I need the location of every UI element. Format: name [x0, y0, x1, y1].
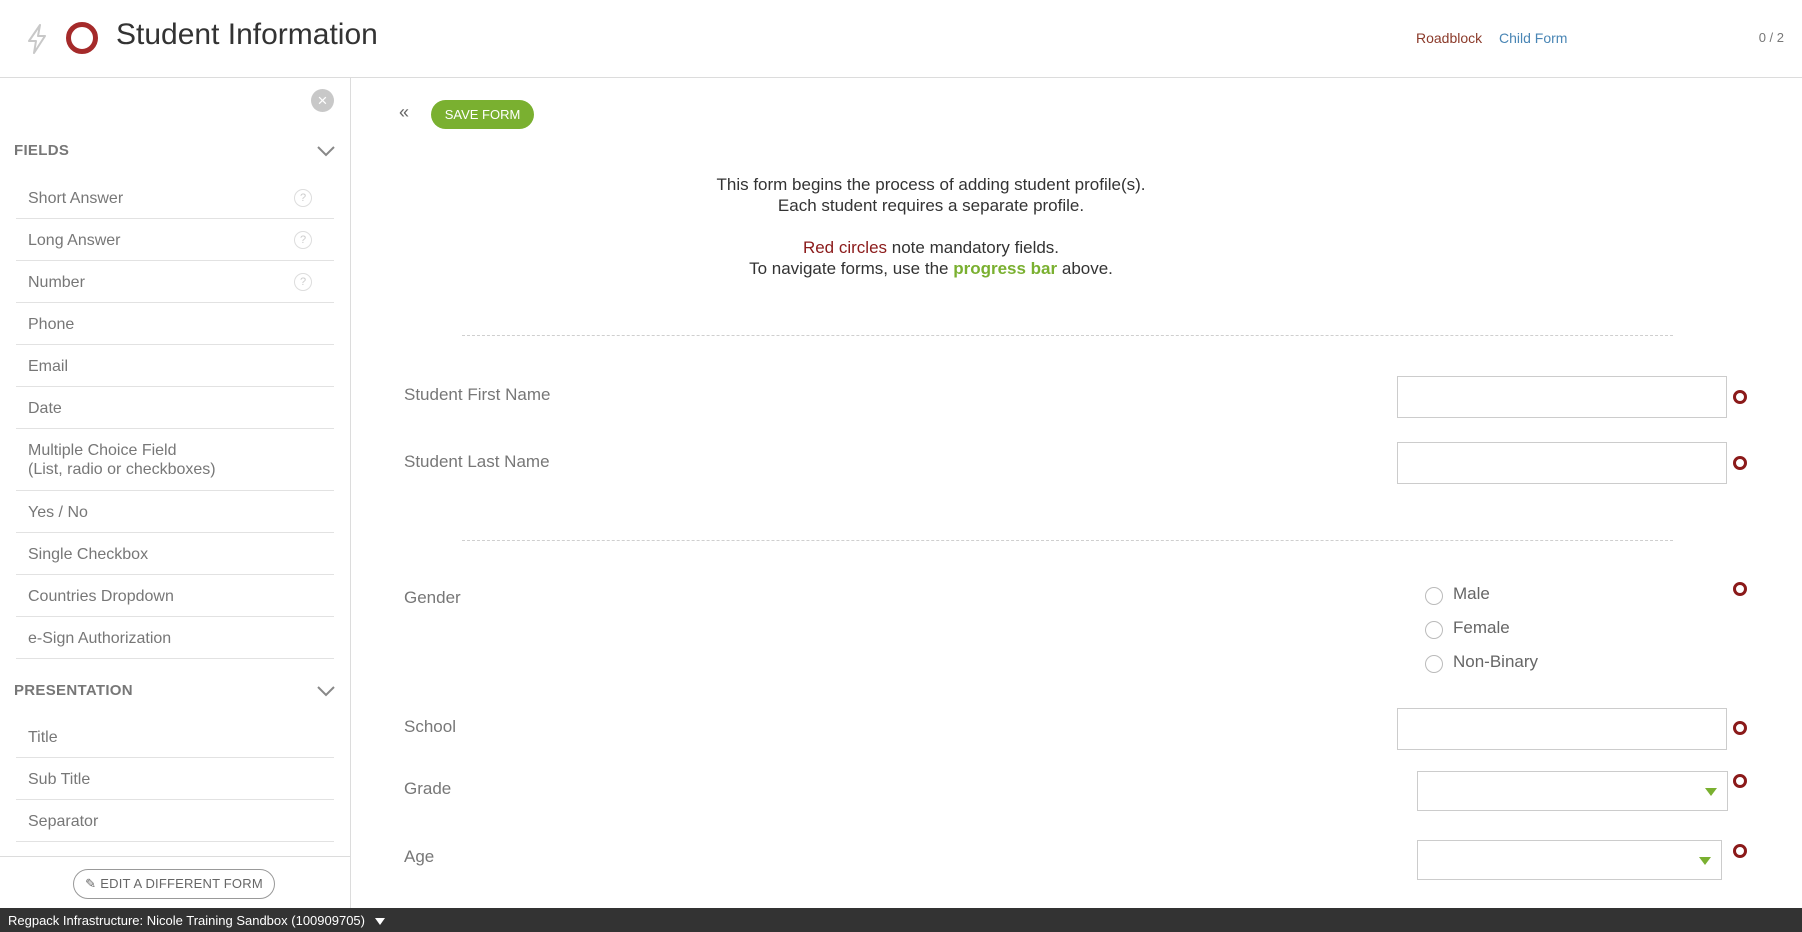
intro-line: To navigate forms, use the progress bar … [401, 258, 1461, 279]
field-label: Single Checkbox [28, 546, 149, 563]
radio-label: Female [1453, 618, 1510, 637]
chevron-down-icon[interactable] [316, 144, 336, 158]
first-name-input[interactable] [1397, 376, 1727, 418]
presentation-heading: PRESENTATION [14, 682, 133, 699]
field-countries-dropdown[interactable]: Countries Dropdown [16, 575, 334, 617]
caret-down-icon[interactable] [375, 918, 385, 926]
intro-line: Each student requires a separate profile… [777, 196, 1085, 215]
sidebar-footer: ✎ EDIT A DIFFERENT FORM [0, 856, 350, 908]
progress-bar-text: progress bar [953, 259, 1058, 278]
child-form-link[interactable]: Child Form [1499, 30, 1567, 46]
intro-text: This form begins the process of adding s… [401, 174, 1461, 279]
separator [462, 540, 1673, 541]
dropdown-caret-icon [1699, 857, 1711, 865]
intro-line: This form begins the process of adding s… [716, 175, 1146, 194]
separator [462, 335, 1673, 336]
required-indicator-icon [1733, 456, 1747, 470]
red-circles-text: Red circles [802, 238, 888, 257]
field-label: Date [28, 400, 62, 417]
presentation-section-header[interactable]: PRESENTATION [14, 682, 336, 712]
fields-section-header[interactable]: FIELDS [14, 142, 336, 172]
presentation-title[interactable]: Title [16, 716, 334, 758]
field-yes-no[interactable]: Yes / No [16, 491, 334, 533]
radio-label: Non-Binary [1453, 652, 1539, 671]
edit-different-form-button[interactable]: ✎ EDIT A DIFFERENT FORM [73, 869, 275, 899]
form-status-ring-icon [66, 22, 98, 54]
chevron-down-icon[interactable] [316, 684, 336, 698]
gender-label: Gender [404, 588, 461, 607]
age-label: Age [404, 847, 435, 866]
field-label: Sub Title [28, 771, 91, 788]
dropdown-caret-icon [1705, 788, 1717, 796]
school-label: School [404, 717, 456, 736]
grade-select[interactable] [1417, 771, 1728, 811]
field-palette-sidebar: × FIELDS Short Answer ? Long Answer ? Nu… [0, 78, 351, 908]
field-label: Title [28, 729, 58, 746]
field-long-answer[interactable]: Long Answer ? [16, 219, 334, 261]
radio-button[interactable] [1425, 587, 1443, 605]
pencil-icon: ✎ [85, 876, 97, 891]
save-form-button[interactable]: SAVE FORM [431, 100, 534, 129]
intro-text-segment: note mandatory fields. [887, 238, 1060, 257]
intro-text-segment: above. [1057, 259, 1113, 278]
radio-label: Male [1453, 584, 1490, 603]
field-label: Multiple Choice Field [28, 442, 177, 459]
edit-form-label: EDIT A DIFFERENT FORM [100, 876, 263, 891]
help-icon[interactable]: ? [294, 273, 312, 291]
field-label: Yes / No [28, 504, 88, 521]
presentation-sub-title[interactable]: Sub Title [16, 758, 334, 800]
help-icon[interactable]: ? [294, 231, 312, 249]
environment-label: Regpack Infrastructure: Nicole Training … [8, 913, 365, 928]
intro-text-segment: To navigate forms, use the [749, 259, 954, 278]
help-icon[interactable]: ? [294, 189, 312, 207]
required-indicator-icon [1733, 774, 1747, 788]
field-number[interactable]: Number ? [16, 261, 334, 303]
roadblock-link[interactable]: Roadblock [1416, 30, 1482, 46]
radio-button[interactable] [1425, 655, 1443, 673]
field-label: Countries Dropdown [28, 588, 174, 605]
field-date[interactable]: Date [16, 387, 334, 429]
field-sublabel: (List, radio or checkboxes) [28, 461, 216, 478]
field-short-answer[interactable]: Short Answer ? [16, 177, 334, 219]
fields-list: Short Answer ? Long Answer ? Number ? Ph… [16, 177, 334, 659]
grade-label: Grade [404, 779, 452, 798]
field-label: Phone [28, 316, 75, 333]
field-email[interactable]: Email [16, 345, 334, 387]
form-editor: « SAVE FORM This form begins the process… [351, 78, 1802, 908]
required-indicator-icon [1733, 721, 1747, 735]
required-indicator-icon [1733, 844, 1747, 858]
lightning-bolt-icon[interactable] [26, 24, 48, 54]
environment-bar: Regpack Infrastructure: Nicole Training … [0, 908, 1802, 932]
field-label: Separator [28, 813, 99, 830]
field-label: e-Sign Authorization [28, 630, 172, 647]
presentation-separator[interactable]: Separator [16, 800, 334, 842]
field-phone[interactable]: Phone [16, 303, 334, 345]
field-label: Long Answer [28, 232, 121, 249]
field-label: Short Answer [28, 190, 124, 207]
field-single-checkbox[interactable]: Single Checkbox [16, 533, 334, 575]
field-esign-authorization[interactable]: e-Sign Authorization [16, 617, 334, 659]
radio-button[interactable] [1425, 621, 1443, 639]
field-label: Email [28, 358, 69, 375]
last-name-input[interactable] [1397, 442, 1727, 484]
field-multiple-choice[interactable]: Multiple Choice Field (List, radio or ch… [16, 429, 334, 491]
intro-line: Red circles note mandatory fields. [401, 237, 1461, 258]
required-indicator-icon [1733, 582, 1747, 596]
fields-heading: FIELDS [14, 142, 70, 159]
presentation-list: Title Sub Title Separator [16, 716, 334, 842]
last-name-label: Student Last Name [404, 452, 550, 471]
collapse-sidebar-icon[interactable]: « [399, 102, 409, 123]
page-title: Student Information [116, 18, 378, 51]
close-sidebar-icon[interactable]: × [311, 89, 334, 112]
field-label: Number [28, 274, 85, 291]
school-input[interactable] [1397, 708, 1727, 750]
required-indicator-icon [1733, 390, 1747, 404]
age-select[interactable] [1417, 840, 1722, 880]
progress-count: 0 / 2 [1758, 30, 1784, 45]
top-header: Student Information Roadblock Child Form… [0, 0, 1802, 78]
first-name-label: Student First Name [404, 385, 551, 404]
